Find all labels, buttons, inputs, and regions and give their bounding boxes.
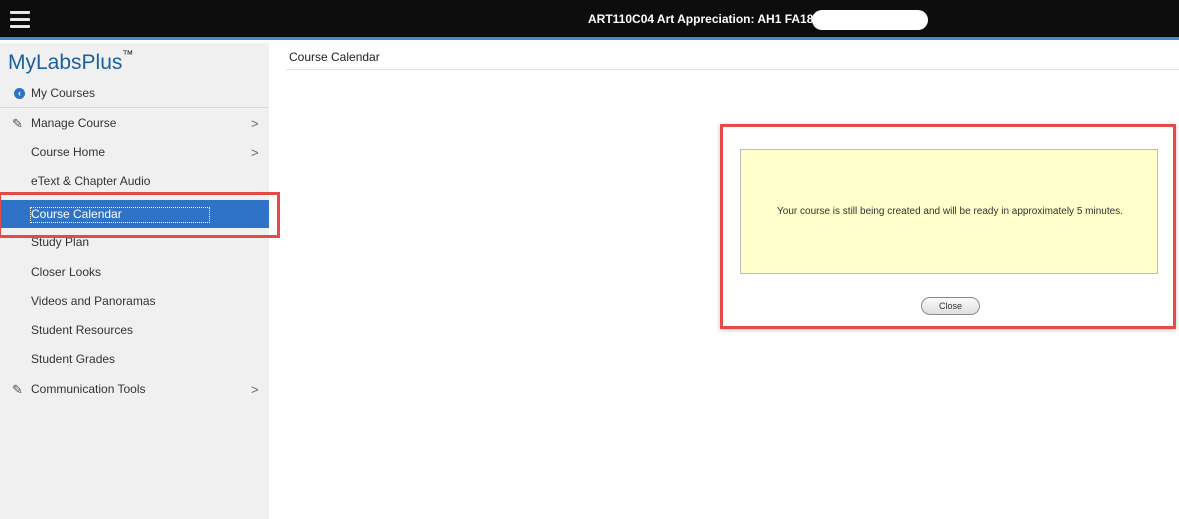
sidebar-item-label: Manage Course [31, 116, 117, 130]
status-message: Your course is still being created and w… [777, 206, 1123, 217]
redacted-area [812, 10, 928, 30]
back-circle-icon: ‹ [14, 88, 25, 99]
course-title: ART110C04 Art Appreciation: AH1 FA18 [588, 12, 814, 26]
close-button[interactable]: Close [921, 297, 980, 315]
sidebar-item-my-courses[interactable]: ‹ My Courses [0, 79, 269, 108]
sidebar-item-label: Communication Tools [31, 382, 146, 396]
message-box: Your course is still being created and w… [740, 149, 1158, 274]
sidebar-item-course-home[interactable]: Course Home > [0, 138, 269, 167]
sidebar-item-label: Course Home [31, 145, 106, 159]
sidebar-item-student-resources[interactable]: Student Resources [0, 316, 269, 345]
header-divider [286, 69, 1179, 70]
sidebar-item-label: Student Resources [31, 323, 134, 337]
hamburger-menu-icon[interactable] [10, 11, 30, 28]
chevron-right-icon: > [251, 116, 259, 131]
pen-icon: ✎ [12, 116, 23, 131]
sidebar-item-closer-looks[interactable]: Closer Looks [0, 258, 269, 287]
top-bar: ART110C04 Art Appreciation: AH1 FA18 [0, 0, 1179, 40]
sidebar-item-communication-tools[interactable]: ✎ Communication Tools > [0, 375, 269, 404]
sidebar-item-label: Closer Looks [31, 265, 102, 279]
chevron-right-icon: > [251, 145, 259, 160]
sidebar-item-label: Student Grades [31, 352, 116, 366]
sidebar-item-label: eText & Chapter Audio [31, 174, 151, 188]
page-title: Course Calendar [289, 50, 380, 64]
sidebar-item-label: My Courses [31, 86, 96, 100]
sidebar: MyLabsPlus™ ‹ My Courses ✎ Manage Course… [0, 43, 269, 519]
sidebar-item-manage-course[interactable]: ✎ Manage Course > [0, 109, 269, 138]
sidebar-item-videos-panoramas[interactable]: Videos and Panoramas [0, 287, 269, 316]
highlight-box-sidebar [0, 192, 280, 238]
chevron-right-icon: > [251, 382, 259, 397]
pen-icon: ✎ [12, 382, 23, 397]
sidebar-item-student-grades[interactable]: Student Grades [0, 345, 269, 374]
mylabsplus-logo: MyLabsPlus™ [8, 49, 134, 74]
sidebar-item-label: Videos and Panoramas [31, 294, 156, 308]
